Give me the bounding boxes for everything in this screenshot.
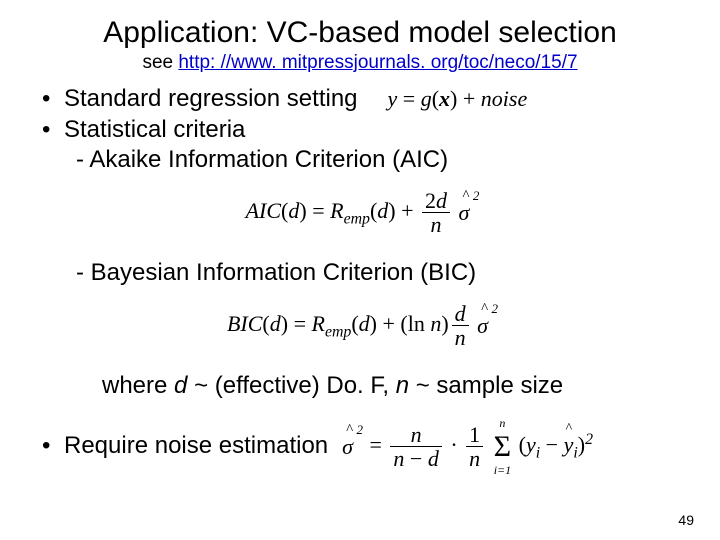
sub-aic: - Akaike Information Criterion (AIC) [76, 145, 684, 176]
reference-line: see http: //www. mitpressjournals. org/t… [36, 52, 684, 74]
bullet-regression: • Standard regression setting y = g(x) +… [42, 84, 684, 115]
bullet-criteria-text: Statistical criteria [64, 115, 245, 146]
where-line: where d ~ (effective) Do. F, n ~ sample … [102, 371, 684, 402]
see-label: see [142, 52, 173, 73]
model-equation: y = g(x) + noise [388, 85, 528, 113]
bullet-dot-icon: • [42, 84, 64, 115]
reference-link[interactable]: http: //www. mitpressjournals. org/toc/n… [178, 52, 577, 73]
bullet-noise-text: Require noise estimation [64, 431, 328, 462]
slide-body: • Standard regression setting y = g(x) +… [42, 84, 684, 470]
bullet-noise: • Require noise estimation ^σ2 = nn − d … [42, 424, 684, 470]
bullet-dot-icon: • [42, 115, 64, 146]
slide-title: Application: VC-based model selection [36, 16, 684, 50]
noise-equation: ^σ2 = nn − d · 1n nΣi=1 (yi − ^yi)2 [342, 424, 593, 470]
bullet-regression-text: Standard regression setting [64, 84, 358, 115]
bullet-dot-icon: • [42, 431, 64, 462]
bic-equation: BIC(d) = Remp(d) + (ln n)dn ^σ2 [42, 303, 684, 349]
slide: Application: VC-based model selection se… [0, 0, 720, 540]
aic-equation: AIC(d) = Remp(d) + 2dn ^σ2 [42, 190, 684, 236]
sub-bic: - Bayesian Information Criterion (BIC) [76, 258, 684, 289]
bullet-criteria: • Statistical criteria [42, 115, 684, 146]
page-number: 49 [678, 512, 694, 528]
